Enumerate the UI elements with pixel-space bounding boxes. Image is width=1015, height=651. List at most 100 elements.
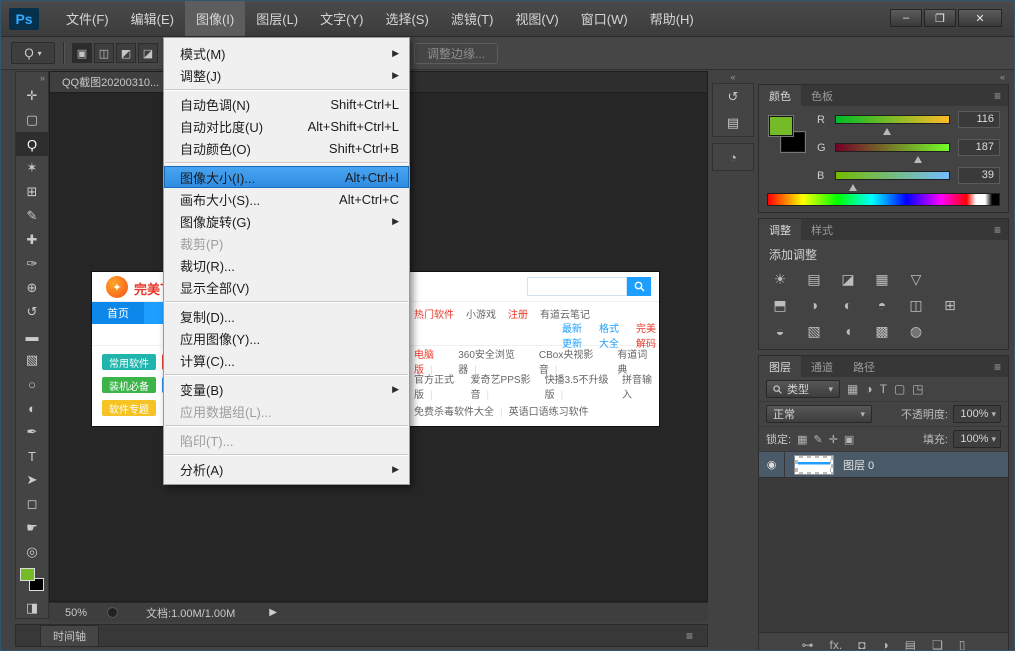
menu-item-canvas-size[interactable]: 画布大小(S)... Alt+Ctrl+C	[164, 188, 409, 210]
close-button[interactable]: ✕	[958, 9, 1002, 27]
channel-r-slider[interactable]	[835, 115, 950, 124]
site-link[interactable]: 爱奇艺PPS影音	[471, 371, 545, 401]
exposure-icon[interactable]: ▦	[869, 269, 895, 289]
clone-stamp-tool[interactable]: ⊕	[16, 276, 48, 300]
delete-layer-icon[interactable]: ▯	[959, 638, 966, 651]
tool-preset-picker[interactable]: Ϙ ▾	[11, 42, 55, 64]
menu-window[interactable]: 窗口(W)	[570, 1, 639, 36]
site-link[interactable]: 免费杀毒软件大全	[414, 403, 509, 418]
menu-item-reveal-all[interactable]: 显示全部(V)	[164, 276, 409, 298]
site-link[interactable]: 拼音输入	[622, 371, 657, 401]
levels-icon[interactable]: ▤	[801, 269, 827, 289]
type-tool[interactable]: T	[16, 444, 48, 468]
menu-item-mode[interactable]: 模式(M) ▶	[164, 42, 409, 64]
site-tag-button[interactable]: 装机必备	[102, 377, 156, 393]
lock-pixels-icon[interactable]: ✎	[813, 433, 822, 446]
blend-mode-select[interactable]: 正常 ▾	[766, 405, 872, 423]
selective-color-icon[interactable]: ◍	[903, 321, 929, 341]
panel-menu-icon[interactable]: ≡	[987, 85, 1008, 106]
menu-view[interactable]: 视图(V)	[504, 1, 569, 36]
color-balance-icon[interactable]: ◑	[801, 295, 827, 315]
layer-row-selected[interactable]: ◉ 图层 0	[759, 452, 1008, 478]
menu-select[interactable]: 选择(S)	[374, 1, 439, 36]
link-layers-icon[interactable]: ⊶	[802, 638, 814, 651]
healing-brush-tool[interactable]: ✚	[16, 228, 48, 252]
menu-image[interactable]: 图像(I)	[185, 1, 245, 36]
eyedropper-tool[interactable]: ✎	[16, 204, 48, 228]
history-brush-tool[interactable]: ↺	[16, 300, 48, 324]
shape-tool[interactable]: ◻	[16, 492, 48, 516]
menu-edit[interactable]: 编辑(E)	[120, 1, 185, 36]
invert-icon[interactable]: ◒	[767, 321, 793, 341]
vibrance-icon[interactable]: ▽	[903, 269, 929, 289]
posterize-icon[interactable]: ▧	[801, 321, 827, 341]
layer-thumbnail[interactable]	[794, 455, 834, 475]
site-nav-link[interactable]: 热门软件	[414, 306, 454, 321]
quick-mask-icon[interactable]: ◨	[16, 596, 48, 620]
menu-type[interactable]: 文字(Y)	[309, 1, 374, 36]
site-tag-button[interactable]: 软件专题	[102, 400, 156, 416]
lock-transparent-icon[interactable]: ▦	[797, 433, 807, 446]
blur-tool[interactable]: ○	[16, 372, 48, 396]
site-nav-link[interactable]: 有道云笔记	[540, 306, 590, 321]
threshold-icon[interactable]: ◖	[835, 321, 861, 341]
info-panel-icon[interactable]: ◔	[713, 144, 753, 170]
slider-thumb[interactable]	[883, 124, 891, 135]
menu-help[interactable]: 帮助(H)	[639, 1, 705, 36]
black-white-icon[interactable]: ◐	[835, 295, 861, 315]
filter-pixel-layers-icon[interactable]: ▦	[847, 382, 858, 396]
minimize-button[interactable]: –	[890, 9, 922, 27]
filter-type-layers-icon[interactable]: T	[880, 382, 887, 396]
panel-menu-icon[interactable]: ≡	[686, 629, 693, 643]
menu-item-calculations[interactable]: 计算(C)...	[164, 349, 409, 371]
filter-smart-objects-icon[interactable]: ◳	[912, 382, 923, 396]
site-search-input[interactable]	[527, 277, 627, 296]
menu-item-apply-image[interactable]: 应用图像(Y)...	[164, 327, 409, 349]
site-nav-link[interactable]: 注册	[508, 306, 528, 321]
menu-item-variables[interactable]: 变量(B) ▶	[164, 378, 409, 400]
document-tab[interactable]: QQ截图20200310...	[50, 72, 172, 92]
site-link[interactable]: 快播3.5不升级版	[545, 371, 622, 401]
hand-tool[interactable]: ☛	[16, 516, 48, 540]
menu-item-auto-color[interactable]: 自动颜色(O) Shift+Ctrl+B	[164, 137, 409, 159]
foreground-color-swatch[interactable]	[20, 568, 35, 581]
tab-color[interactable]: 颜色	[759, 85, 801, 106]
properties-panel-icon[interactable]: ▤	[713, 110, 753, 136]
lock-position-icon[interactable]: ✛	[829, 433, 838, 446]
channel-r-value[interactable]: 116	[958, 111, 1000, 128]
slider-thumb[interactable]	[914, 152, 922, 163]
zoom-level-field[interactable]: 50%	[65, 607, 87, 619]
channel-b-value[interactable]: 39	[958, 167, 1000, 184]
history-panel-icon[interactable]: ↺	[713, 84, 753, 110]
tab-adjustments[interactable]: 调整	[759, 219, 801, 240]
layer-visibility-eye-icon[interactable]: ◉	[759, 452, 785, 477]
tab-timeline[interactable]: 时间轴	[40, 625, 99, 647]
filter-shape-layers-icon[interactable]: ▢	[894, 382, 905, 396]
rectangular-marquee-tool[interactable]: ▢	[16, 108, 48, 132]
menu-layer[interactable]: 图层(L)	[245, 1, 309, 36]
channel-b-slider[interactable]	[835, 171, 950, 180]
site-link[interactable]: 官方正式版	[414, 371, 471, 401]
path-selection-tool[interactable]: ➤	[16, 468, 48, 492]
status-flyout-icon[interactable]: ▶	[269, 607, 277, 618]
tab-paths[interactable]: 路径	[843, 356, 885, 377]
panel-menu-icon[interactable]: ≡	[987, 356, 1008, 377]
menu-item-image-rotation[interactable]: 图像旋转(G) ▶	[164, 210, 409, 232]
site-tag-button[interactable]: 常用软件	[102, 354, 156, 370]
tab-channels[interactable]: 通道	[801, 356, 843, 377]
slider-thumb[interactable]	[849, 180, 857, 191]
site-nav-home[interactable]: 首页	[92, 302, 144, 324]
filter-adjustment-layers-icon[interactable]: ◑	[865, 382, 872, 396]
zoom-tool[interactable]: ◎	[16, 540, 48, 564]
site-nav-link[interactable]: 小游戏	[466, 306, 496, 321]
gradient-tool[interactable]: ▧	[16, 348, 48, 372]
color-spectrum-ramp[interactable]	[767, 193, 1000, 206]
add-selection-icon[interactable]: ◫	[94, 43, 114, 63]
color-lookup-icon[interactable]: ⊞	[937, 295, 963, 315]
menu-item-trim[interactable]: 裁切(R)...	[164, 254, 409, 276]
channel-g-value[interactable]: 187	[958, 139, 1000, 156]
magic-wand-tool[interactable]: ✶	[16, 156, 48, 180]
layer-name[interactable]: 图层 0	[843, 457, 874, 473]
menu-item-auto-tone[interactable]: 自动色调(N) Shift+Ctrl+L	[164, 93, 409, 115]
restore-button[interactable]: ❐	[924, 9, 956, 27]
